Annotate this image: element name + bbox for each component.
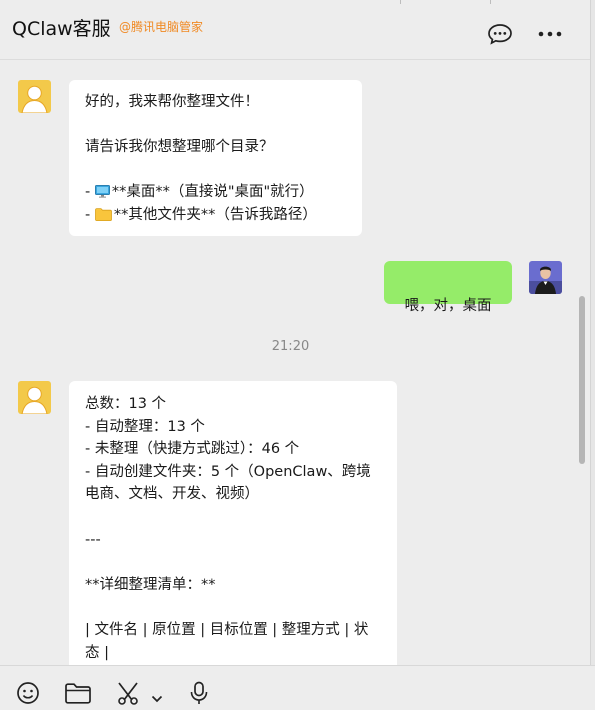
desktop-computer-icon: [94, 183, 110, 199]
message-text: -: [85, 206, 95, 223]
message-text: 请告诉我你想整理哪个目录？: [85, 139, 274, 156]
message-bubble-sent[interactable]: 喂，对，桌面: [384, 261, 512, 314]
message-text: 喂，对，桌面: [404, 297, 492, 314]
chat-bubble-icon[interactable]: [486, 22, 514, 46]
window-right-edge: [590, 0, 595, 701]
bot-avatar[interactable]: [18, 80, 51, 113]
message-bubble-received[interactable]: 好的，我来帮你整理文件！ 请告诉我你想整理哪个目录？ - **桌面**（直接说"…: [69, 80, 362, 236]
message-list[interactable]: 好的，我来帮你整理文件！ 请告诉我你想整理哪个目录？ - **桌面**（直接说"…: [0, 61, 595, 665]
more-dots-icon[interactable]: [536, 22, 564, 46]
org-tag: @腾讯电脑管家: [119, 20, 204, 34]
chat-header: QClaw客服 @腾讯电脑管家: [0, 0, 595, 60]
message-text: 总数：13 个 - 自动整理：13 个 - 未整理（快捷方式跳过）：46 个 -…: [85, 396, 371, 661]
window-edge-marker: [490, 0, 491, 4]
message-text: **桌面**（直接说"桌面"就行）: [111, 184, 314, 201]
bot-avatar[interactable]: [18, 381, 51, 414]
chevron-down-icon[interactable]: [151, 688, 163, 710]
message-timestamp: 21:20: [271, 339, 310, 354]
input-toolbar: [0, 665, 595, 705]
message-bubble-received[interactable]: 总数：13 个 - 自动整理：13 个 - 未整理（快捷方式跳过）：46 个 -…: [69, 381, 397, 665]
window-edge-marker: [400, 0, 401, 4]
folder-emoji-icon: [94, 206, 112, 221]
scrollbar-thumb[interactable]: [579, 296, 585, 464]
chat-title: QClaw客服: [12, 18, 111, 40]
message-text: -: [85, 184, 95, 201]
message-text: 好的，我来帮你整理文件！: [85, 94, 259, 110]
message-text: **其他文件夹**（告诉我路径）: [113, 206, 317, 223]
user-avatar[interactable]: [529, 261, 562, 294]
